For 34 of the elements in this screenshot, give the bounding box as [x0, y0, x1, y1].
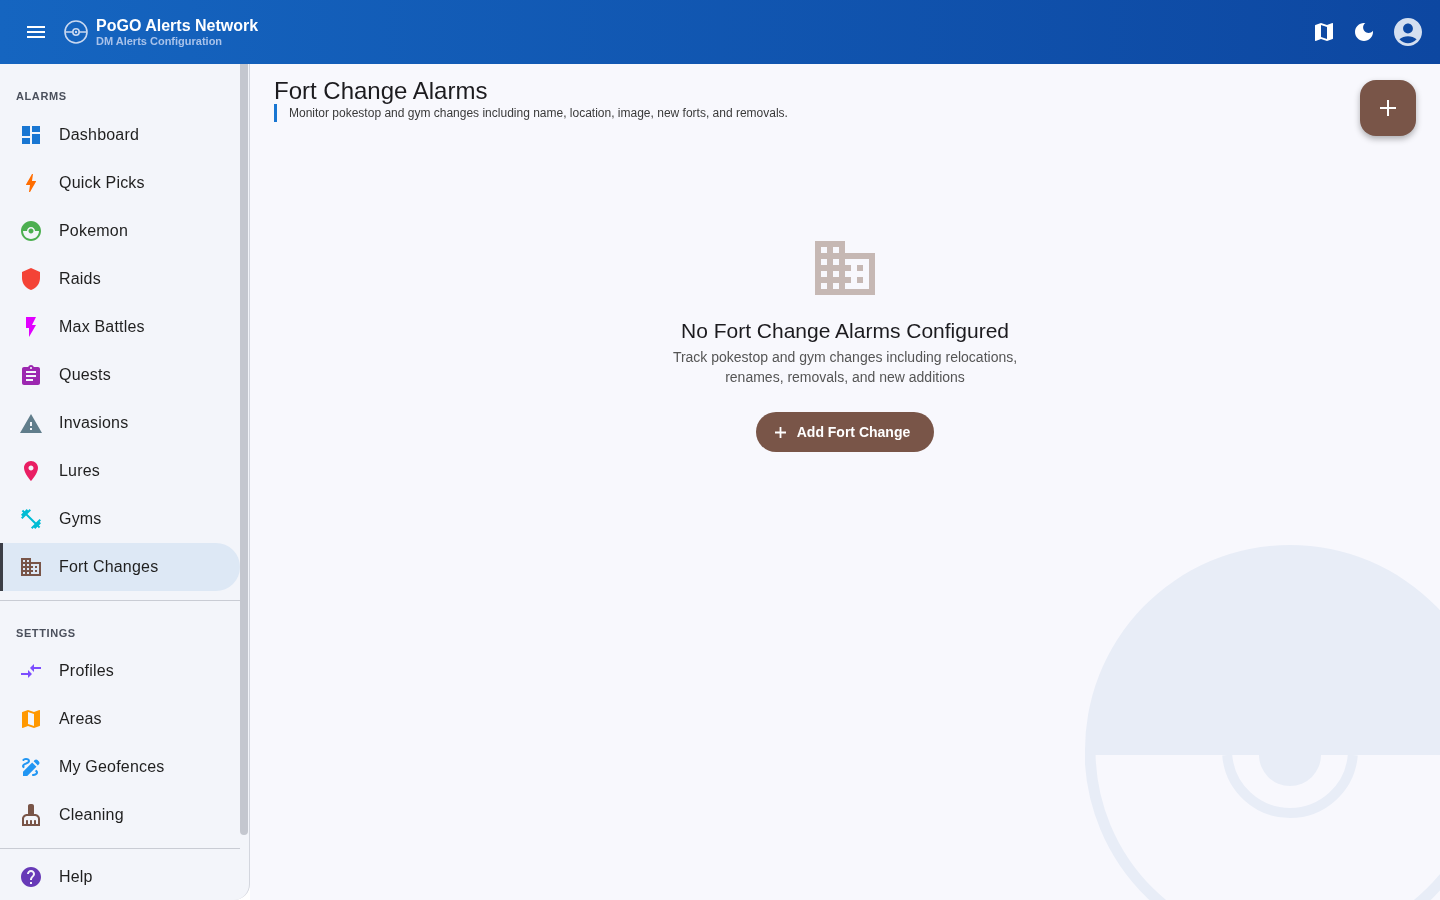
- menu-icon[interactable]: [27, 26, 45, 38]
- nav-item[interactable]: Fort Changes: [0, 543, 240, 591]
- nav-item[interactable]: Gyms: [0, 495, 240, 543]
- add-fort-change-button[interactable]: Add Fort Change: [755, 412, 935, 452]
- add-button[interactable]: [1360, 80, 1416, 136]
- moon-icon[interactable]: [1355, 23, 1373, 41]
- empty-state-title: No Fort Change Alarms Configured: [681, 318, 1009, 344]
- page-description: Monitor pokestop and gym changes including name, location, image, new forts, and removals.: [274, 104, 788, 122]
- page-title: Fort Change Alarms: [274, 78, 488, 104]
- scrollbar-thumb[interactable]: [240, 64, 248, 835]
- app-subtitle: DM Alerts Configuration: [96, 34, 224, 48]
- nav-item[interactable]: Quick Picks: [0, 159, 240, 207]
- pokeball-logo-icon: [64, 20, 88, 44]
- app-title: PoGO Alerts Network: [96, 16, 259, 35]
- nav-item[interactable]: Lures: [0, 447, 240, 495]
- nav-item[interactable]: Max Battles: [0, 303, 240, 351]
- plus-icon: [1380, 100, 1396, 116]
- nav-item[interactable]: Invasions: [0, 399, 240, 447]
- empty-state-message: Track pokestop and gym changes including relocations, renames, removals, and new additions: [671, 348, 1019, 387]
- nav-item[interactable]: My Geofences: [0, 743, 240, 791]
- account-icon[interactable]: [1394, 18, 1422, 46]
- nav-item[interactable]: Cleaning: [0, 791, 240, 839]
- section-heading: ALARMS: [15, 89, 67, 104]
- nav-item[interactable]: Profiles: [0, 647, 240, 695]
- map-icon[interactable]: [1315, 23, 1333, 41]
- nav-item[interactable]: Areas: [0, 695, 240, 743]
- nav-item[interactable]: Raids: [0, 255, 240, 303]
- section-heading: SETTINGS: [15, 626, 76, 641]
- building-icon: [815, 241, 875, 295]
- nav-item[interactable]: Help: [0, 856, 240, 898]
- plus-icon: [774, 426, 786, 438]
- nav-item[interactable]: Pokemon: [0, 207, 240, 255]
- nav-item[interactable]: Quests: [0, 351, 240, 399]
- nav-item[interactable]: Dashboard: [0, 111, 240, 159]
